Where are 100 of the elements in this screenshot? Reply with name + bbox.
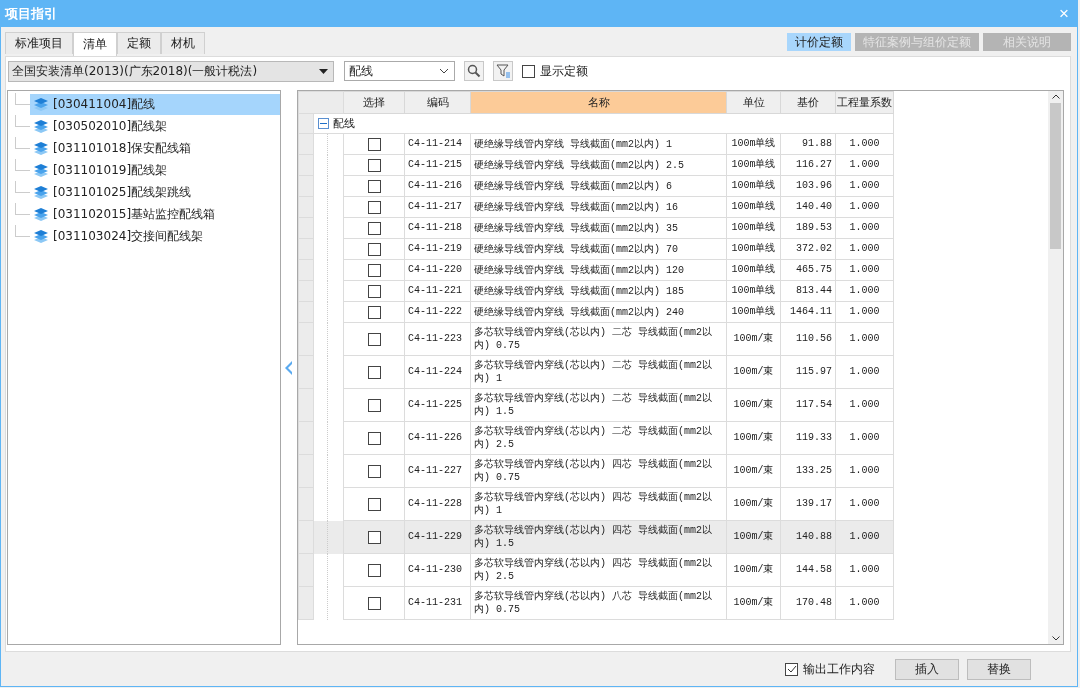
table-cell: 119.33 (780, 421, 836, 455)
filter-button[interactable] (493, 61, 513, 81)
layers-icon (34, 185, 48, 199)
column-header[interactable]: 选择 (343, 91, 405, 114)
table-cell: C4-11-231 (404, 586, 471, 620)
library-dropdown[interactable]: 全国安装清单(2013)(广东2018)(一般计税法) (8, 60, 334, 82)
checkbox[interactable] (367, 263, 381, 277)
table-cell: 813.44 (780, 280, 836, 302)
table-cell: C4-11-228 (404, 487, 471, 521)
layers-icon (34, 163, 48, 177)
table-cell: 多芯软导线管内穿线(芯以内) 二芯 导线截面(mm2以内) 1.5 (470, 388, 727, 422)
table-cell: 多芯软导线管内穿线(芯以内) 四芯 导线截面(mm2以内) 1 (470, 487, 727, 521)
checkbox[interactable] (367, 398, 381, 412)
table-cell: 1.000 (835, 196, 894, 218)
table-cell: C4-11-226 (404, 421, 471, 455)
column-header[interactable]: 编码 (404, 91, 471, 114)
table-cell: 144.58 (780, 553, 836, 587)
tab[interactable]: 定额 (117, 32, 161, 54)
table-cell: 多芯软导线管内穿线(芯以内) 二芯 导线截面(mm2以内) 2.5 (470, 421, 727, 455)
column-header[interactable]: 名称 (470, 91, 727, 114)
chevron-down-icon (439, 68, 449, 74)
tab[interactable]: 清单 (73, 32, 117, 56)
checkbox[interactable] (785, 662, 798, 676)
table-cell: 100m/束 (726, 520, 781, 554)
checkbox[interactable] (367, 464, 381, 478)
table-cell: 硬绝缘导线管内穿线 导线截面(mm2以内) 240 (470, 301, 727, 323)
checkbox[interactable] (367, 179, 381, 193)
action-button[interactable]: 插入 (895, 658, 959, 680)
table-cell: 1.000 (835, 520, 894, 554)
search-icon (467, 64, 481, 78)
checkbox[interactable] (367, 497, 381, 511)
table-cell: 多芯软导线管内穿线(芯以内) 二芯 导线截面(mm2以内) 1 (470, 355, 727, 389)
tree-item[interactable]: [030411004]配线 (30, 93, 280, 115)
table-cell: 115.97 (780, 355, 836, 389)
tab[interactable]: 标准项目 (5, 32, 73, 54)
table-cell: 1464.11 (780, 301, 836, 323)
table-cell: 多芯软导线管内穿线(芯以内) 四芯 导线截面(mm2以内) 1.5 (470, 520, 727, 554)
table-cell: 1.000 (835, 355, 894, 389)
view-button[interactable]: 计价定额 (787, 33, 851, 51)
search-button[interactable] (464, 61, 484, 81)
checkbox[interactable] (367, 158, 381, 172)
table-cell: 100m/束 (726, 586, 781, 620)
table-cell: 硬绝缘导线管内穿线 导线截面(mm2以内) 1 (470, 133, 727, 155)
tree-item[interactable]: [031103024]交接间配线架 (30, 225, 280, 247)
table-cell: 100m/束 (726, 454, 781, 488)
table-cell: 1.000 (835, 301, 894, 323)
scroll-down-icon[interactable] (1051, 636, 1060, 641)
action-button[interactable]: 替换 (967, 658, 1031, 680)
group-label: 配线 (333, 117, 355, 130)
table-cell: 多芯软导线管内穿线(芯以内) 四芯 导线截面(mm2以内) 0.75 (470, 454, 727, 488)
tree-item[interactable]: [031101018]保安配线箱 (30, 137, 280, 159)
scroll-thumb[interactable] (1050, 103, 1061, 249)
layers-icon (34, 141, 48, 155)
table-cell: 1.000 (835, 280, 894, 302)
table-cell: C4-11-221 (404, 280, 471, 302)
column-header[interactable]: 工程量系数 (835, 91, 894, 114)
checkbox[interactable] (367, 332, 381, 346)
table-cell: C4-11-219 (404, 238, 471, 260)
checkbox[interactable] (367, 137, 381, 151)
table-cell: C4-11-214 (404, 133, 471, 155)
filter-icon (496, 64, 510, 78)
checkbox[interactable] (367, 305, 381, 319)
checkbox[interactable] (522, 64, 535, 78)
tree-item[interactable]: [031101025]配线架跳线 (30, 181, 280, 203)
layers-icon (34, 229, 48, 243)
checkbox[interactable] (367, 200, 381, 214)
column-header[interactable]: 基价 (780, 91, 836, 114)
checkbox[interactable] (367, 530, 381, 544)
table-cell: 100m单线 (726, 154, 781, 176)
scroll-up-icon[interactable] (1051, 94, 1060, 99)
search-field[interactable]: 配线 (344, 61, 455, 81)
table-cell: C4-11-225 (404, 388, 471, 422)
table-cell: 100m单线 (726, 133, 781, 155)
scrollbar[interactable] (1048, 91, 1063, 644)
collapse-toggle[interactable] (318, 118, 329, 129)
checkbox[interactable] (367, 365, 381, 379)
table-cell: C4-11-217 (404, 196, 471, 218)
table-cell: C4-11-229 (404, 520, 471, 554)
layers-icon (34, 207, 48, 221)
checkbox[interactable] (367, 563, 381, 577)
table-cell: C4-11-218 (404, 217, 471, 239)
checkbox[interactable] (367, 284, 381, 298)
tree-item[interactable]: [031102015]基站监控配线箱 (30, 203, 280, 225)
dropdown-arrow-icon (319, 68, 328, 74)
table-cell: 1.000 (835, 322, 894, 356)
checkbox[interactable] (367, 596, 381, 610)
tree-item[interactable]: [030502010]配线架 (30, 115, 280, 137)
table-cell: 133.25 (780, 454, 836, 488)
tree-item[interactable]: [031101019]配线架 (30, 159, 280, 181)
tab[interactable]: 材机 (161, 32, 205, 54)
column-header[interactable]: 单位 (726, 91, 781, 114)
table-cell: 1.000 (835, 553, 894, 587)
table-cell: 139.17 (780, 487, 836, 521)
checkbox[interactable] (367, 221, 381, 235)
checkbox[interactable] (367, 431, 381, 445)
table-cell: 170.48 (780, 586, 836, 620)
table-cell: 100m单线 (726, 301, 781, 323)
checkbox[interactable] (367, 242, 381, 256)
table-cell: 1.000 (835, 421, 894, 455)
table-cell: 100m/束 (726, 553, 781, 587)
